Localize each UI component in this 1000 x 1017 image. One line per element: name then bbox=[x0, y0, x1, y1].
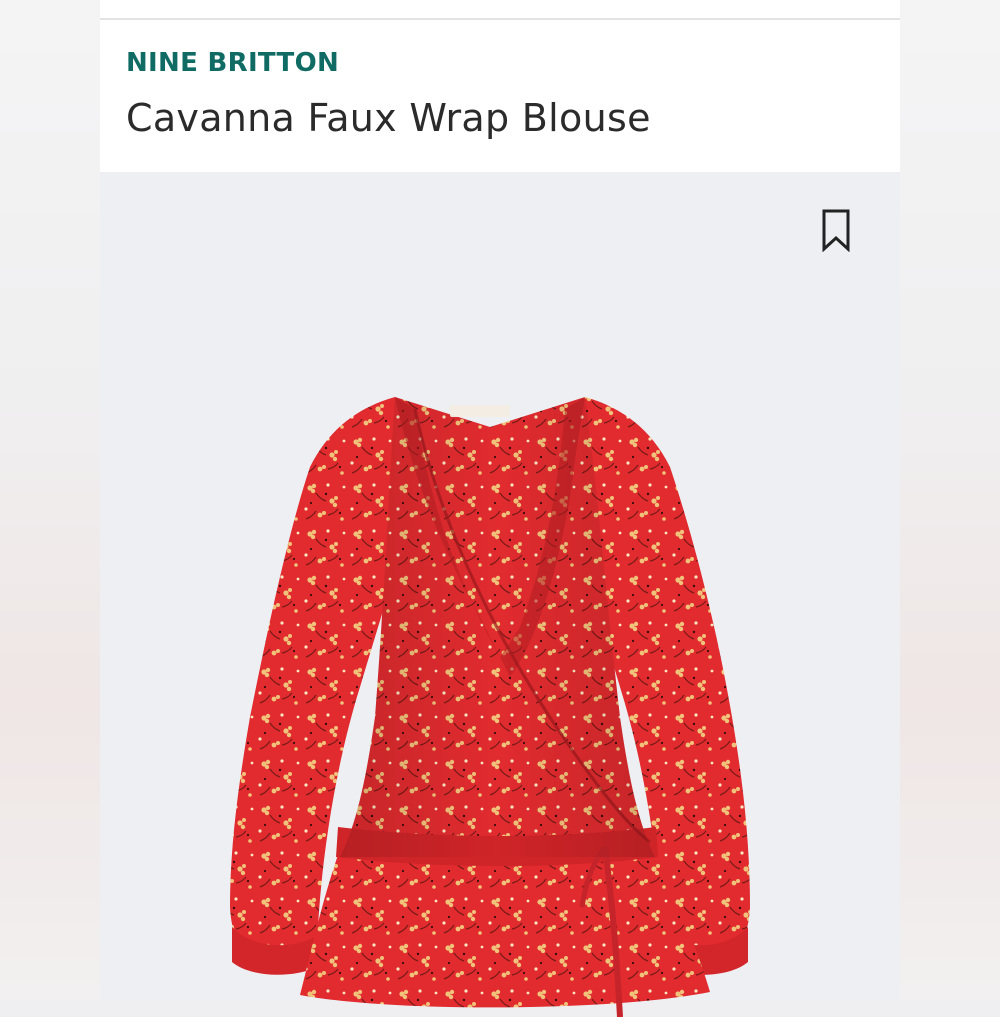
divider bbox=[100, 18, 900, 20]
product-card: NINE BRITTON Cavanna Faux Wrap Blouse bbox=[100, 0, 900, 1017]
bookmark-icon[interactable] bbox=[820, 208, 852, 253]
product-image-area bbox=[100, 172, 900, 1017]
product-title: Cavanna Faux Wrap Blouse bbox=[126, 96, 651, 140]
product-photo bbox=[230, 397, 750, 1017]
background-blur-right bbox=[900, 0, 1000, 1000]
background-blur-left bbox=[0, 0, 100, 1000]
brand-name[interactable]: NINE BRITTON bbox=[126, 48, 339, 78]
